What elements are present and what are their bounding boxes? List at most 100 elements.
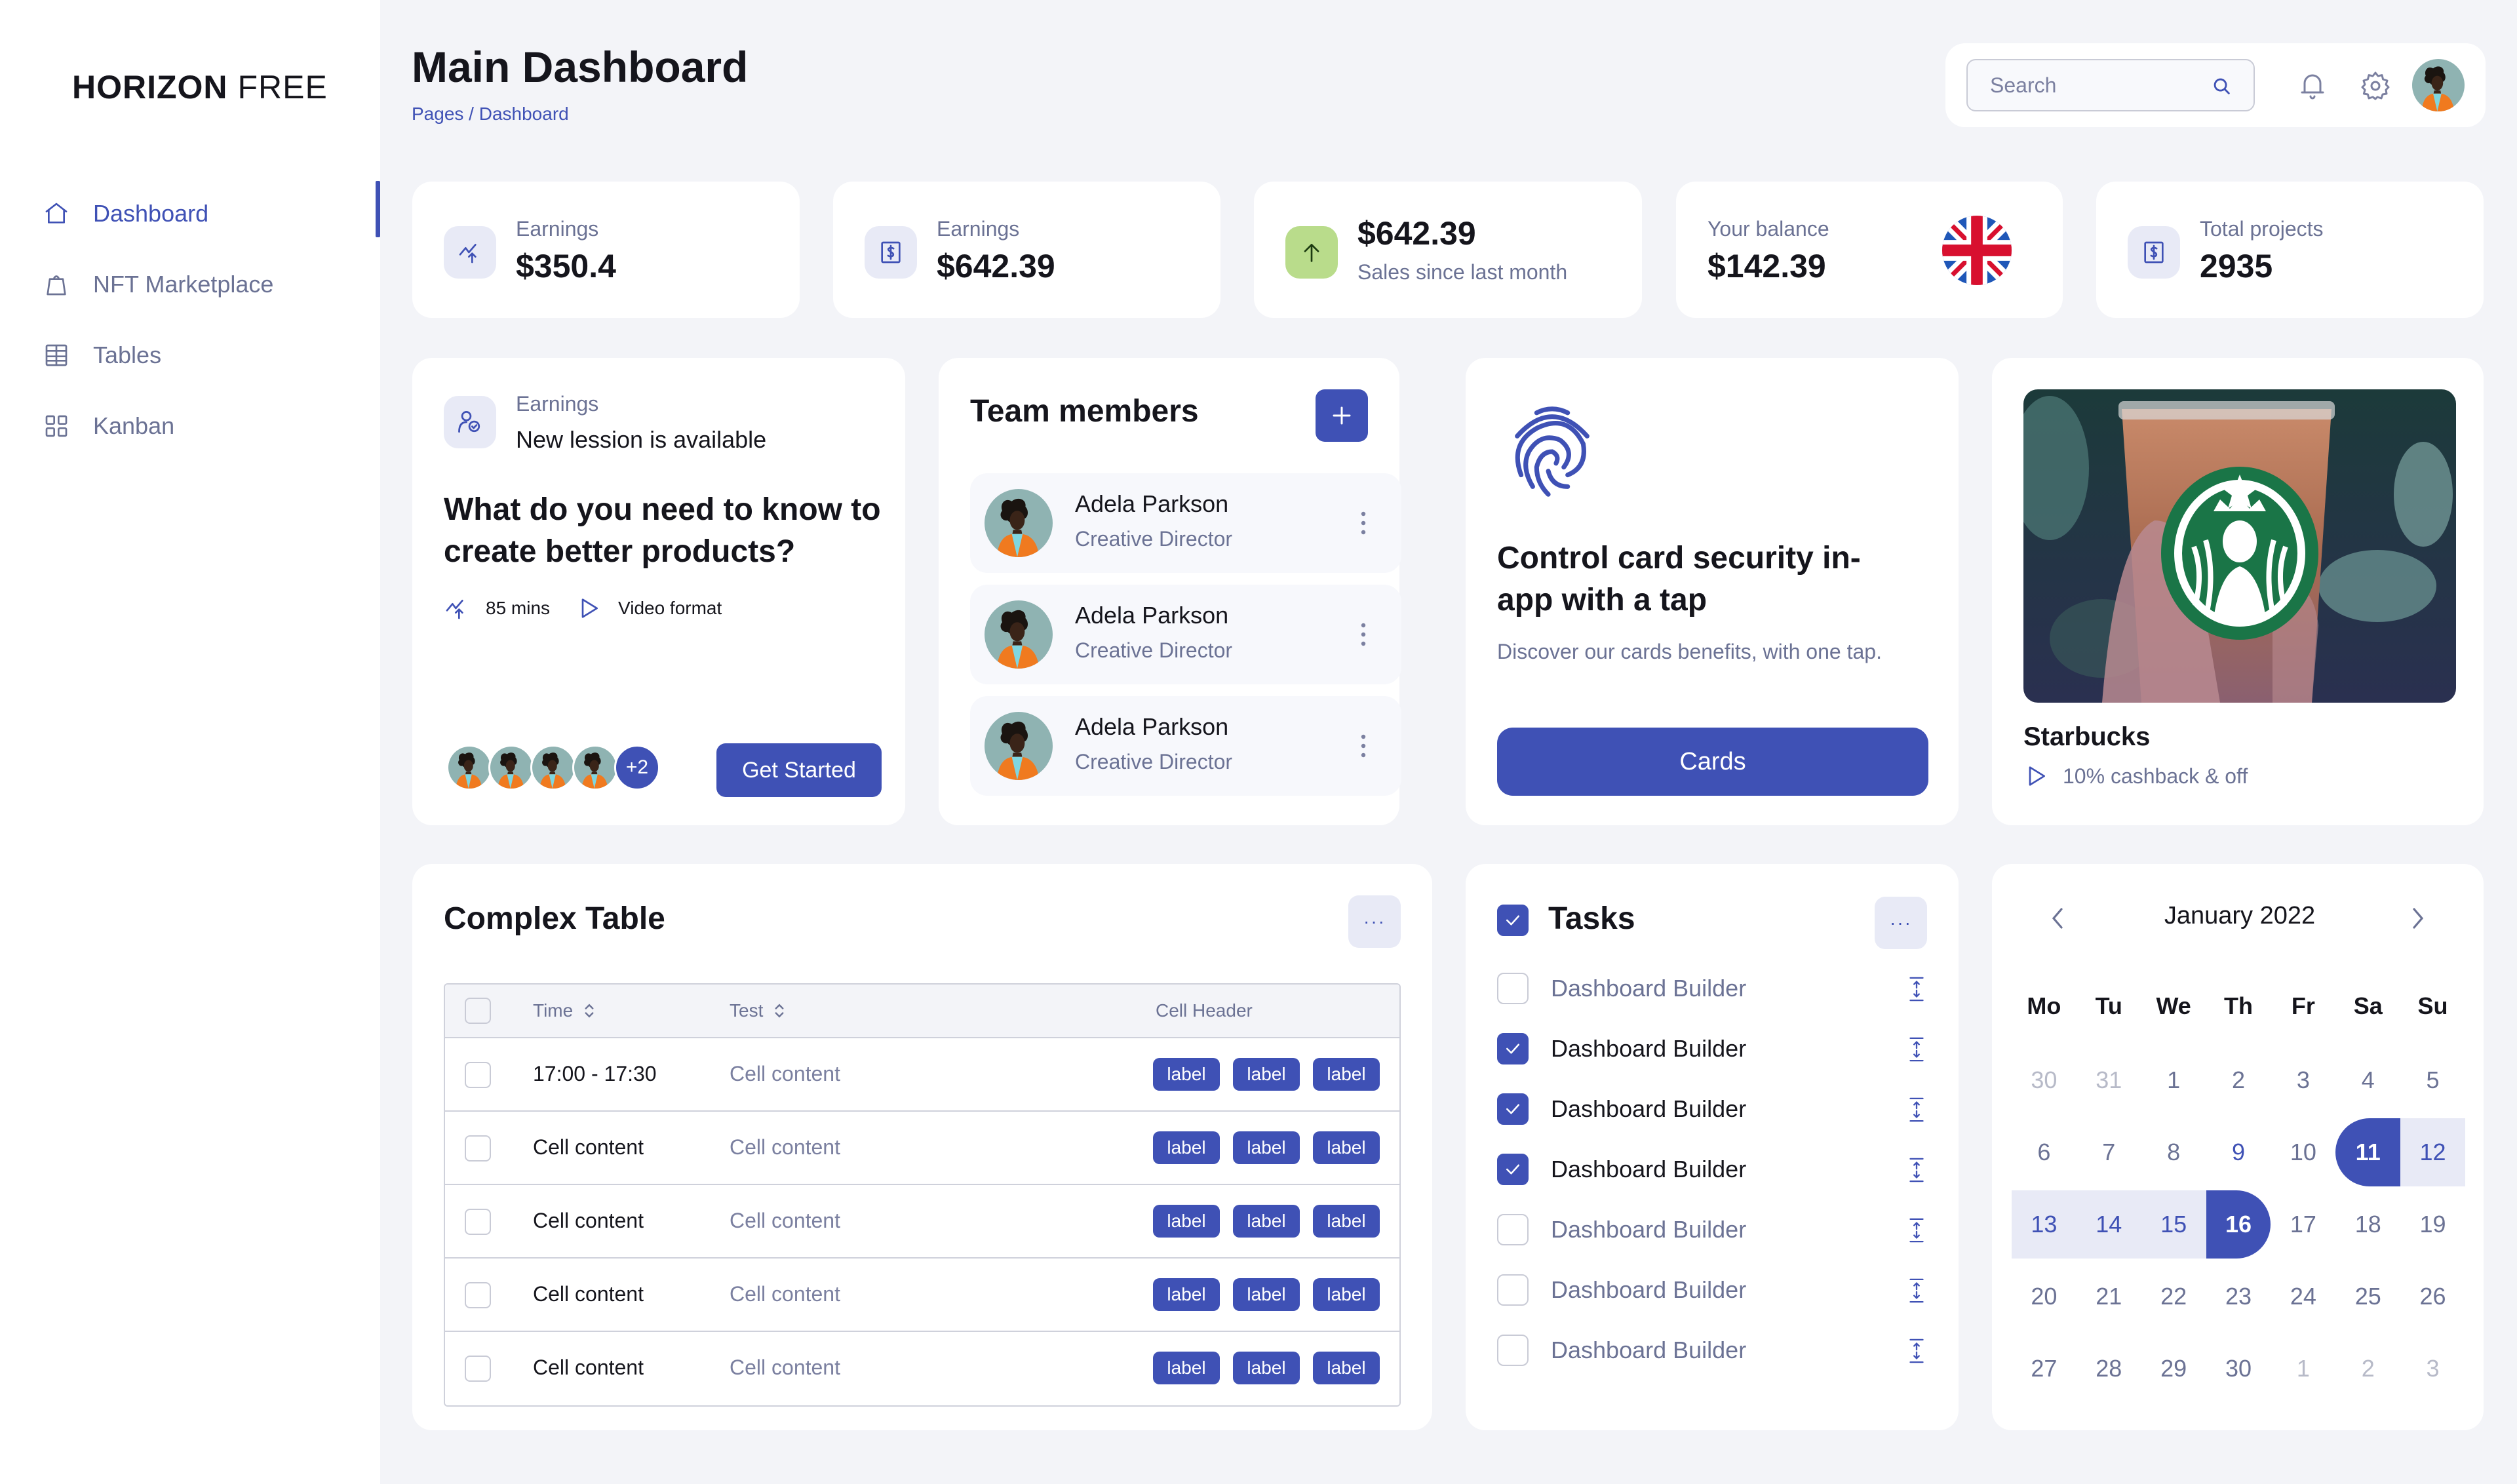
task-item[interactable]: Dashboard Builder [1497,969,1930,1008]
calendar-day[interactable]: 26 [2400,1262,2465,1331]
task-item[interactable]: Dashboard Builder [1497,1270,1930,1310]
task-checkbox[interactable] [1497,1154,1529,1185]
select-all-checkbox[interactable] [465,998,491,1024]
notification-bell-icon[interactable] [2297,69,2328,102]
task-checkbox[interactable] [1497,1335,1529,1366]
stat-card-projects: Total projects 2935 [2096,182,2484,318]
row-checkbox[interactable] [465,1135,491,1162]
lesson-duration: 85 mins [486,598,551,618]
team-member-item[interactable]: Adela Parkson Creative Director [970,473,1401,573]
column-header-test[interactable]: Test [730,1000,785,1021]
cell-time: 17:00 - 17:30 [533,1062,657,1085]
tasks-select-all-checkbox[interactable] [1497,905,1529,936]
calendar-day[interactable]: 10 [2271,1118,2335,1186]
task-checkbox[interactable] [1497,1214,1529,1245]
task-item[interactable]: Dashboard Builder [1497,1029,1930,1068]
team-member-item[interactable]: Adela Parkson Creative Director [970,585,1401,684]
calendar-day[interactable]: 31 [2077,1046,2141,1114]
calendar-day[interactable]: 4 [2335,1046,2400,1114]
brand-logo-bold: HORIZON [72,69,228,106]
task-item[interactable]: Dashboard Builder [1497,1210,1930,1249]
drag-handle-icon[interactable] [1909,1338,1924,1363]
calendar-day[interactable]: 21 [2077,1262,2141,1331]
row-checkbox[interactable] [465,1282,491,1308]
calendar-day[interactable]: 16 [2206,1190,2271,1259]
calendar-day[interactable]: 6 [2012,1118,2077,1186]
cards-button[interactable]: Cards [1497,728,1928,796]
drag-handle-icon[interactable] [1909,1278,1924,1303]
user-avatar[interactable] [2412,59,2465,111]
row-checkbox[interactable] [465,1356,491,1382]
tasks-more-button[interactable]: ··· [1875,897,1927,949]
drag-handle-icon[interactable] [1909,1158,1924,1182]
sidebar-item-nft-marketplace[interactable]: NFT Marketplace [0,249,380,320]
row-checkbox[interactable] [465,1209,491,1235]
more-vertical-icon[interactable] [1357,621,1370,648]
calendar-day[interactable]: 14 [2076,1190,2141,1259]
task-item[interactable]: Dashboard Builder [1497,1089,1930,1129]
task-item[interactable]: Dashboard Builder [1497,1331,1930,1370]
brand-logo[interactable]: HORIZON FREE [72,68,328,106]
sidebar-item-kanban[interactable]: Kanban [0,391,380,461]
calendar-day[interactable]: 12 [2400,1118,2465,1186]
member-role: Creative Director [1075,527,1233,551]
calendar-day[interactable]: 23 [2206,1262,2271,1331]
task-checkbox[interactable] [1497,1033,1529,1064]
calendar-day[interactable]: 2 [2206,1046,2271,1114]
calendar-day[interactable]: 13 [2012,1190,2077,1259]
calendar-day[interactable]: 25 [2335,1262,2400,1331]
drag-handle-icon[interactable] [1909,1097,1924,1122]
drag-handle-icon[interactable] [1909,1037,1924,1062]
sidebar-item-tables[interactable]: Tables [0,320,380,391]
drag-handle-icon[interactable] [1909,1218,1924,1243]
table-more-button[interactable]: ··· [1348,895,1401,948]
calendar-day[interactable]: 7 [2077,1118,2141,1186]
sidebar-item-dashboard[interactable]: Dashboard [0,178,380,249]
calendar-day[interactable]: 27 [2012,1335,2077,1403]
calendar-day[interactable]: 8 [2141,1118,2206,1186]
home-icon [42,199,71,228]
team-member-item[interactable]: Adela Parkson Creative Director [970,696,1401,796]
drag-handle-icon[interactable] [1909,977,1924,1002]
task-checkbox[interactable] [1497,1274,1529,1306]
calendar-day[interactable]: 19 [2400,1190,2465,1259]
task-item[interactable]: Dashboard Builder [1497,1150,1930,1189]
calendar-day[interactable]: 29 [2141,1335,2206,1403]
promo-card[interactable]: Starbucks 10% cashback & off [1992,358,2484,825]
calendar-day[interactable]: 9 [2206,1118,2271,1186]
calendar-day[interactable]: 24 [2271,1262,2335,1331]
uk-flag-icon[interactable] [1942,216,2012,285]
calendar-day[interactable]: 30 [2206,1335,2271,1403]
column-header-time[interactable]: Time [533,1000,595,1021]
settings-gear-icon[interactable] [2360,69,2391,102]
cell-test: Cell content [730,1356,840,1379]
calendar-day[interactable]: 3 [2271,1046,2335,1114]
calendar-day[interactable]: 1 [2141,1046,2206,1114]
calendar-day[interactable]: 28 [2077,1335,2141,1403]
row-checkbox[interactable] [465,1062,491,1088]
calendar-day[interactable]: 3 [2400,1335,2465,1403]
calendar-day[interactable]: 15 [2141,1190,2206,1259]
label-badge: label [1153,1131,1220,1164]
search-icon[interactable] [2210,75,2233,97]
dollar-icon [865,226,917,279]
calendar-day[interactable]: 5 [2400,1046,2465,1114]
more-vertical-icon[interactable] [1357,733,1370,759]
more-vertical-icon[interactable] [1357,510,1370,536]
stat-value: 2935 [2200,248,2273,284]
calendar-day[interactable]: 11 [2335,1118,2401,1186]
task-checkbox[interactable] [1497,973,1529,1004]
get-started-button[interactable]: Get Started [716,743,882,797]
calendar-day[interactable]: 18 [2335,1190,2400,1259]
calendar-day[interactable]: 17 [2271,1190,2335,1259]
calendar-day[interactable]: 22 [2141,1262,2206,1331]
previous-month-button[interactable] [2044,902,2071,935]
add-member-button[interactable] [1316,389,1368,442]
calendar-day[interactable]: 20 [2012,1262,2077,1331]
task-checkbox[interactable] [1497,1093,1529,1125]
calendar-day[interactable]: 30 [2012,1046,2077,1114]
breadcrumb[interactable]: Pages / Dashboard [412,104,569,125]
calendar-day[interactable]: 1 [2271,1335,2335,1403]
calendar-day[interactable]: 2 [2335,1335,2400,1403]
next-month-button[interactable] [2405,902,2431,935]
